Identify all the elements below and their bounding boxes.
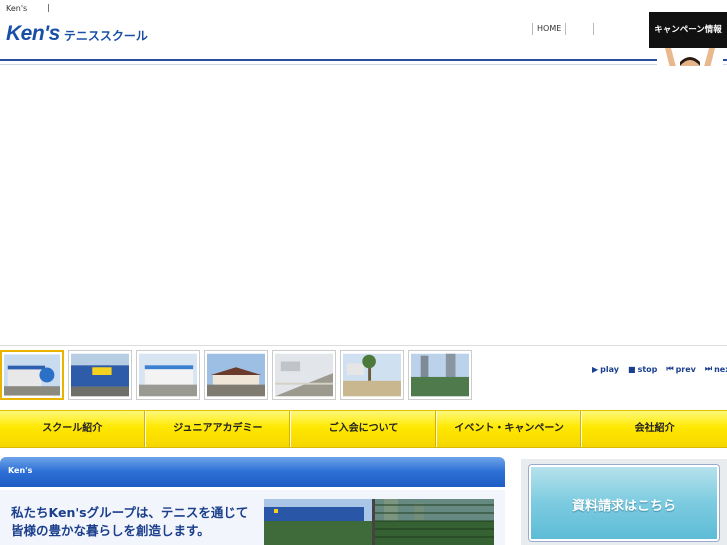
main-nav-company[interactable]: 会社紹介: [582, 411, 727, 447]
main-nav: スクール紹介 ジュニアアカデミー ご入会について イベント・キャンペーン 会社紹…: [0, 410, 727, 448]
thumbnail-1[interactable]: [0, 350, 64, 400]
slideshow-strip: ▶ play ■ stop ⏮ prev ⏭ next: [0, 345, 727, 407]
intro-panel: 私たちKen'sグループは、テニスを通じて 皆様の豊かな暮らしを創造します。: [0, 490, 505, 545]
next-label: next: [714, 364, 727, 374]
prev-button[interactable]: ⏮ prev: [666, 364, 696, 374]
campaign-label: キャンペーン情報: [649, 12, 727, 48]
thumbnail-7[interactable]: [408, 350, 472, 400]
next-icon: ⏭: [704, 364, 713, 373]
header-divider-thin: [0, 64, 727, 65]
section-title: Ken's: [8, 466, 33, 475]
brochure-request-label: 資料請求はこちら: [571, 499, 676, 514]
nav-link-2[interactable]: [565, 23, 593, 35]
top-separator: |: [47, 3, 50, 12]
intro-headline-line-1: 私たちKen'sグループは、テニスを通じて: [11, 505, 249, 520]
prev-icon: ⏮: [666, 364, 674, 373]
sidebar: 資料請求はこちら: [521, 459, 727, 545]
intro-headline: 私たちKen'sグループは、テニスを通じて 皆様の豊かな暮らしを創造します。: [11, 504, 248, 540]
thumbnail-4[interactable]: [204, 350, 268, 400]
thumbnail-6[interactable]: [340, 350, 404, 400]
main-nav-events[interactable]: イベント・キャンペーン: [437, 411, 583, 447]
stop-button[interactable]: ■ stop: [628, 364, 657, 374]
header-nav: HOME: [532, 23, 621, 35]
thumbnail-6-image: [343, 353, 401, 397]
slideshow-controls: ▶ play ■ stop ⏮ prev ⏭ next: [592, 364, 727, 374]
top-brand-link[interactable]: Ken's: [6, 4, 27, 13]
hero-slideshow-area[interactable]: [0, 66, 727, 346]
play-label: play: [600, 364, 619, 374]
nav-home-link[interactable]: HOME: [532, 23, 565, 35]
main-nav-membership[interactable]: ご入会について: [291, 411, 437, 447]
site-header: Ken's テニススクール HOME: [0, 16, 727, 60]
stop-label: stop: [637, 364, 658, 374]
thumbnail-3-image: [139, 353, 197, 397]
site-logo[interactable]: Ken's テニススクール: [6, 22, 148, 46]
thumbnail-1-image: [4, 354, 60, 396]
thumbnail-5-image: [275, 353, 333, 397]
main-nav-junior-academy[interactable]: ジュニアアカデミー: [146, 411, 292, 447]
thumbnail-3[interactable]: [136, 350, 200, 400]
thumbnail-2-image: [71, 353, 129, 397]
logo-school: テニススクール: [63, 29, 148, 43]
top-utility-bar: Ken's |: [0, 0, 727, 16]
thumbnail-4-image: [207, 353, 265, 397]
nav-link-3[interactable]: [593, 23, 621, 35]
thumbnail-list: [0, 350, 472, 400]
thumbnail-2[interactable]: [68, 350, 132, 400]
intro-headline-line-2: 皆様の豊かな暮らしを創造します。: [11, 523, 210, 538]
play-button[interactable]: ▶ play: [592, 364, 619, 374]
next-button[interactable]: ⏭ next: [705, 364, 727, 374]
header-divider: [0, 59, 727, 61]
stop-icon: ■: [628, 364, 636, 374]
thumbnail-7-image: [411, 353, 469, 397]
logo-brand: Ken's: [6, 22, 60, 45]
main-nav-school[interactable]: スクール紹介: [0, 411, 146, 447]
section-header-bar: Ken's: [0, 457, 505, 487]
intro-court-photo: [264, 499, 494, 545]
thumbnail-5[interactable]: [272, 350, 336, 400]
play-icon: ▶: [592, 364, 599, 374]
brochure-request-button[interactable]: 資料請求はこちら: [529, 465, 719, 541]
prev-label: prev: [675, 364, 696, 374]
